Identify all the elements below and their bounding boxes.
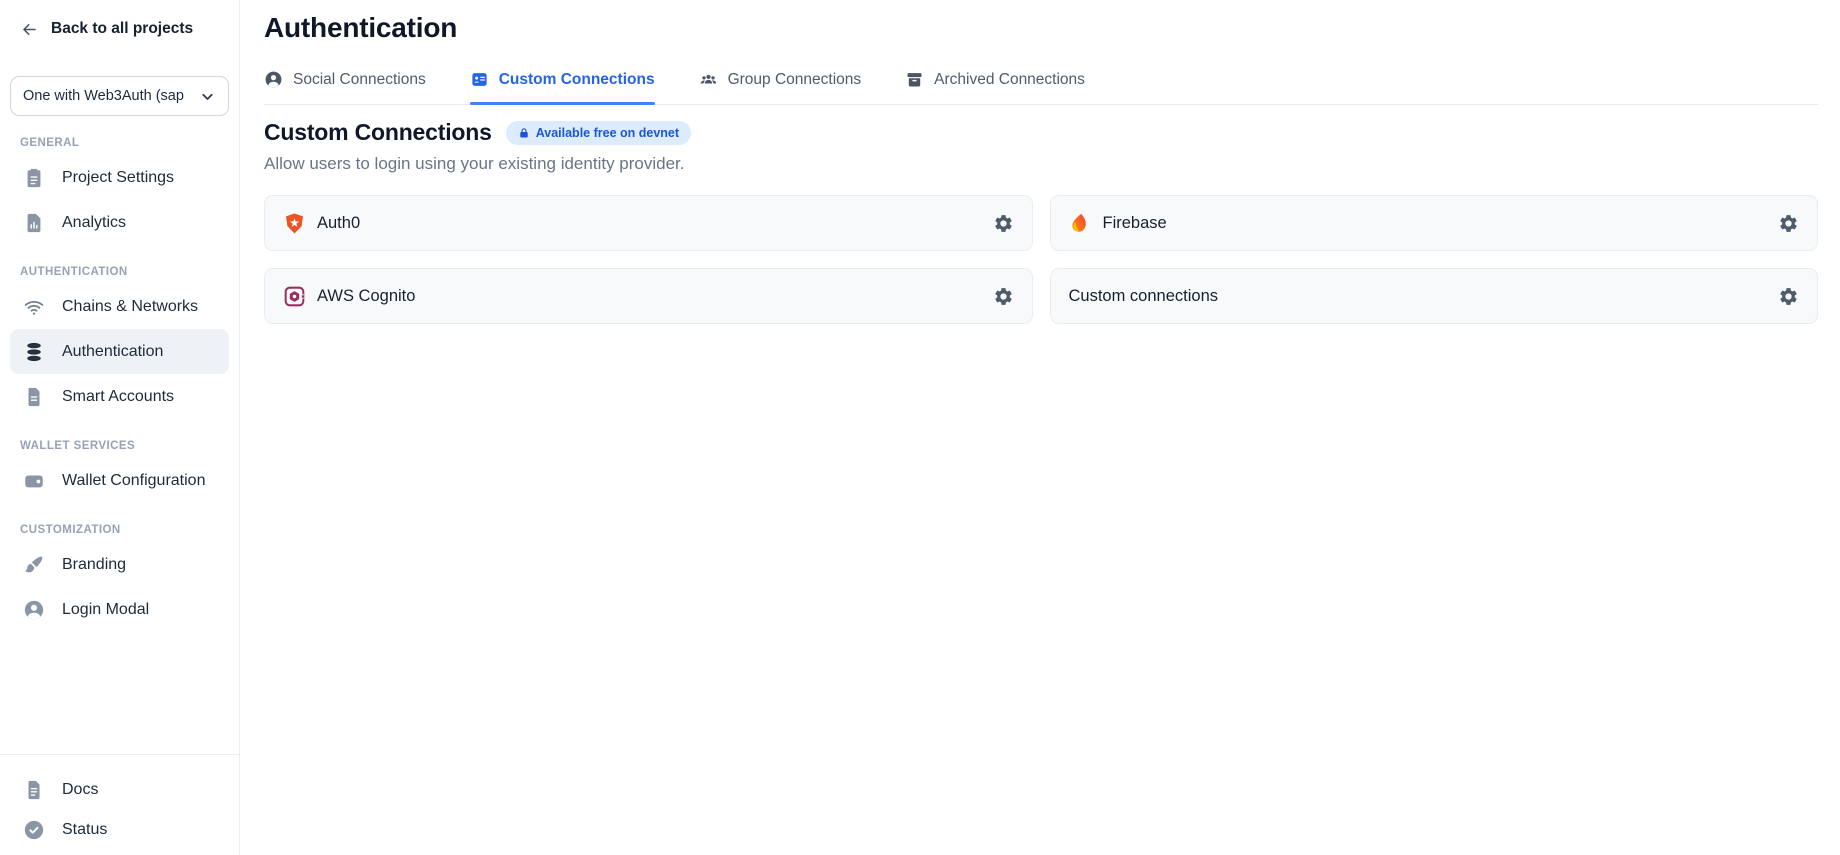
wallet-icon	[23, 470, 45, 492]
tab-archived-connections[interactable]: Archived Connections	[905, 70, 1085, 104]
sidebar-item-wallet-configuration[interactable]: Wallet Configuration	[10, 458, 229, 503]
sidebar-item-status[interactable]: Status	[10, 810, 229, 850]
tab-group-connections[interactable]: Group Connections	[699, 70, 862, 104]
sidebar-footer: Docs Status	[0, 754, 239, 855]
connection-cards-grid: Auth0 Firebase AWS Cognito	[264, 195, 1818, 324]
sidebar-item-label: Analytics	[62, 214, 126, 232]
sidebar-item-login-modal[interactable]: Login Modal	[10, 587, 229, 632]
devnet-badge-label: Available free on devnet	[536, 126, 679, 140]
firebase-logo	[1069, 212, 1092, 235]
sidebar-item-authentication[interactable]: Authentication	[10, 329, 229, 374]
database-stack-icon	[23, 341, 45, 363]
doc-icon	[23, 779, 45, 801]
sidebar-item-label: Smart Accounts	[62, 388, 174, 406]
back-to-projects-button[interactable]: Back to all projects	[0, 16, 239, 42]
connection-card-auth0[interactable]: Auth0	[264, 195, 1033, 251]
card-left: Auth0	[283, 212, 993, 235]
clipboard-icon	[23, 167, 45, 189]
auth0-logo	[283, 212, 306, 235]
sidebar-item-label: Project Settings	[62, 169, 174, 187]
gear-icon[interactable]	[1778, 286, 1799, 307]
sidebar-item-label: Chains & Networks	[62, 298, 198, 316]
back-label: Back to all projects	[51, 20, 193, 38]
project-selector-dropdown[interactable]: One with Web3Auth (sap	[10, 76, 229, 116]
file-icon	[23, 386, 45, 408]
section-label-authentication: AUTHENTICATION	[20, 266, 219, 278]
main-content: Authentication Social Connections Custom…	[240, 0, 1840, 855]
archive-box-icon	[905, 70, 924, 89]
card-label: Custom connections	[1069, 287, 1219, 306]
section-heading: Custom Connections	[264, 119, 492, 146]
card-left: AWS Cognito	[283, 285, 993, 308]
lock-icon	[518, 127, 530, 139]
sidebar-item-label: Authentication	[62, 343, 163, 361]
check-circle-icon	[23, 819, 45, 841]
sidebar-nav: GENERAL Project Settings Analytics AUTHE…	[0, 116, 239, 632]
connection-card-firebase[interactable]: Firebase	[1050, 195, 1819, 251]
connection-card-aws-cognito[interactable]: AWS Cognito	[264, 268, 1033, 324]
tab-social-connections[interactable]: Social Connections	[264, 70, 426, 104]
section-label-general: GENERAL	[20, 137, 219, 149]
tab-label: Group Connections	[728, 71, 862, 89]
section-label-customization: CUSTOMIZATION	[20, 524, 219, 536]
sidebar-item-branding[interactable]: Branding	[10, 542, 229, 587]
sidebar-item-label: Docs	[62, 781, 98, 799]
sidebar-item-docs[interactable]: Docs	[10, 770, 229, 810]
card-label: AWS Cognito	[317, 287, 415, 306]
chevron-down-icon	[199, 88, 216, 105]
people-group-icon	[699, 70, 718, 89]
sidebar-item-label: Login Modal	[62, 601, 149, 619]
devnet-badge: Available free on devnet	[506, 121, 691, 145]
section-header: Custom Connections Available free on dev…	[264, 119, 1818, 146]
gear-icon[interactable]	[1778, 213, 1799, 234]
section-description: Allow users to login using your existing…	[264, 154, 1818, 174]
page-title: Authentication	[264, 10, 1818, 46]
connection-card-custom-connections[interactable]: Custom connections	[1050, 268, 1819, 324]
sidebar-item-smart-accounts[interactable]: Smart Accounts	[10, 374, 229, 419]
wifi-icon	[23, 296, 45, 318]
sidebar-item-label: Branding	[62, 556, 126, 574]
tab-label: Social Connections	[293, 71, 426, 89]
card-left: Custom connections	[1069, 287, 1779, 306]
person-circle-icon	[264, 70, 283, 89]
paintbrush-icon	[23, 554, 45, 576]
tab-label: Archived Connections	[934, 71, 1085, 89]
card-label: Firebase	[1103, 214, 1167, 233]
sidebar-item-chains-networks[interactable]: Chains & Networks	[10, 284, 229, 329]
card-label: Auth0	[317, 214, 360, 233]
card-left: Firebase	[1069, 212, 1779, 235]
aws-cognito-logo	[283, 285, 306, 308]
section-label-wallet-services: WALLET SERVICES	[20, 440, 219, 452]
sidebar-item-label: Status	[62, 821, 107, 839]
sidebar-item-project-settings[interactable]: Project Settings	[10, 155, 229, 200]
sidebar-item-label: Wallet Configuration	[62, 472, 205, 490]
sidebar-item-analytics[interactable]: Analytics	[10, 200, 229, 245]
analytics-icon	[23, 212, 45, 234]
arrow-left-icon	[20, 20, 39, 39]
sidebar: Back to all projects One with Web3Auth (…	[0, 0, 240, 855]
id-badge-icon	[470, 70, 489, 89]
tab-custom-connections[interactable]: Custom Connections	[470, 70, 655, 104]
gear-icon[interactable]	[993, 286, 1014, 307]
project-selector-value: One with Web3Auth (sap	[23, 88, 193, 104]
user-circle-icon	[23, 599, 45, 621]
tab-bar: Social Connections Custom Connections Gr…	[264, 70, 1818, 105]
gear-icon[interactable]	[993, 213, 1014, 234]
tab-label: Custom Connections	[499, 71, 655, 89]
